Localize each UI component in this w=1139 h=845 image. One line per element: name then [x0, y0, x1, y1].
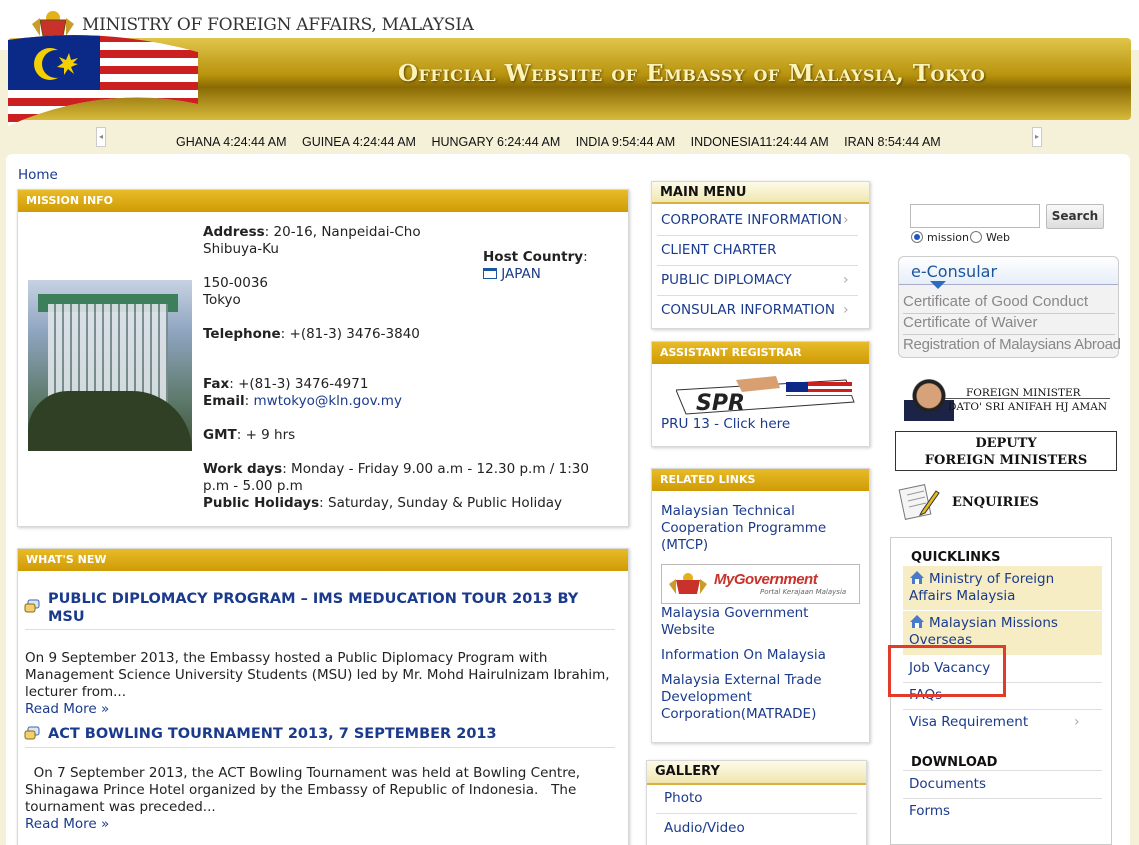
host-country-link[interactable]: JAPAN — [501, 266, 541, 282]
menu-item-client-charter[interactable]: CLIENT CHARTER — [661, 242, 776, 258]
news-bullet-icon — [24, 599, 40, 613]
related-link-information-malaysia[interactable]: Information On Malaysia — [661, 647, 826, 663]
chevron-down-icon — [930, 281, 946, 289]
highlight-box — [888, 645, 1006, 697]
gallery-heading: GALLERY — [647, 761, 866, 785]
econsular-title: e-Consular — [911, 262, 998, 281]
download-heading: DOWNLOAD — [911, 755, 998, 770]
window-icon — [483, 268, 497, 279]
gallery-audio-video-link[interactable]: Audio/Video — [664, 820, 745, 836]
ticker-next-button[interactable]: ▸ — [1032, 127, 1042, 147]
search-web-label: Web — [986, 231, 1010, 244]
ticker-item: INDONESIA11:24:44 AM — [690, 135, 829, 149]
read-more-link[interactable]: Read More » — [25, 816, 109, 832]
spr-logo-icon[interactable]: SPR — [676, 376, 856, 416]
news-excerpt: On 7 September 2013, the ACT Bowling Tou… — [25, 765, 585, 815]
econsular-registration-link[interactable]: Registration of Malaysians Abroad — [903, 336, 1121, 353]
divider — [657, 235, 858, 236]
ticker-item: HUNGARY 6:24:44 AM — [431, 135, 561, 149]
divider — [25, 629, 615, 630]
foreign-minister-label[interactable]: FOREIGN MINISTER — [966, 387, 1081, 399]
foreign-minister-name[interactable]: DATO' SRI ANIFAH HJ AMAN — [948, 401, 1107, 413]
search-button[interactable]: Search — [1046, 204, 1104, 229]
spr-logo-text: SPR — [696, 391, 745, 416]
main-menu-heading: MAIN MENU — [652, 182, 869, 204]
breadcrumb-home[interactable]: Home — [18, 167, 58, 183]
menu-item-public-diplomacy[interactable]: PUBLIC DIPLOMACY — [661, 272, 792, 288]
econsular-good-conduct-link[interactable]: Certificate of Good Conduct — [903, 293, 1088, 310]
divider — [903, 798, 1102, 799]
host-country: Host Country: JAPAN — [483, 249, 588, 282]
ticker-item: GHANA 4:24:44 AM — [176, 135, 287, 149]
assistant-registrar-heading: ASSISTANT REGISTRAR — [652, 342, 869, 364]
chevron-right-icon: › — [843, 212, 849, 228]
read-more-link[interactable]: Read More » — [25, 701, 109, 717]
divider — [657, 295, 858, 296]
download-forms-link[interactable]: Forms — [909, 803, 950, 820]
world-clock-ticker: ◂ ▸ GHANA 4:24:44 AM GUINEA 4:24:44 AM H… — [96, 127, 1042, 149]
mygovernment-text: MyGovernment — [714, 571, 818, 588]
news-excerpt: On 9 September 2013, the Embassy hosted … — [25, 650, 610, 700]
search-mission-radio[interactable] — [911, 231, 923, 243]
news-title-link[interactable]: ACT BOWLING TOURNAMENT 2013, 7 SEPTEMBER… — [48, 725, 608, 743]
enquiries-pencil-icon — [898, 484, 940, 520]
gallery-photo-link[interactable]: Photo — [664, 790, 703, 806]
search-web-radio[interactable] — [970, 231, 982, 243]
search-input[interactable] — [910, 204, 1040, 228]
ticker-items: GHANA 4:24:44 AM GUINEA 4:24:44 AM HUNGA… — [176, 135, 941, 149]
banner-title: Official Website of Embassy of Malaysia,… — [398, 60, 986, 87]
mission-info-heading: MISSION INFO — [18, 190, 628, 212]
divider — [25, 747, 615, 748]
related-link-mtcp[interactable]: Malaysian Technical Cooperation Programm… — [661, 503, 856, 554]
menu-item-consular-information[interactable]: CONSULAR INFORMATION — [661, 302, 835, 318]
ministry-title: MINISTRY OF FOREIGN AFFAIRS, MALAYSIA — [82, 15, 474, 35]
pru13-link[interactable]: PRU 13 - Click here — [661, 416, 790, 432]
quicklink-mofa[interactable]: Ministry of Foreign Affairs Malaysia — [909, 571, 1099, 605]
chevron-right-icon: › — [843, 272, 849, 288]
quicklink-visa-requirement[interactable]: Visa Requirement — [909, 714, 1028, 731]
enquiries-link[interactable]: ENQUIRIES — [952, 495, 1039, 510]
chevron-right-icon: › — [843, 302, 849, 318]
menu-item-corporate-information[interactable]: CORPORATE INFORMATION — [661, 212, 842, 228]
ticker-item: GUINEA 4:24:44 AM — [301, 135, 416, 149]
econsular-waiver-link[interactable]: Certificate of Waiver — [903, 314, 1037, 331]
divider — [656, 813, 857, 814]
search-mission-label: mission — [927, 231, 969, 244]
news-bullet-icon — [24, 726, 40, 740]
mygovernment-banner[interactable]: MyGovernment Portal Kerajaan Malaysia — [661, 564, 860, 604]
related-link-malaysia-government[interactable]: Malaysia Government Website — [661, 605, 856, 639]
divider — [657, 265, 858, 266]
quicklinks-heading: QUICKLINKS — [911, 550, 1001, 565]
whats-new-heading: WHAT'S NEW — [18, 549, 628, 571]
foreign-minister-photo[interactable] — [904, 379, 954, 421]
malaysia-flag-icon — [8, 35, 198, 126]
ticker-item: INDIA 9:54:44 AM — [575, 135, 676, 149]
chevron-right-icon: › — [1074, 714, 1080, 730]
related-links-heading: RELATED LINKS — [652, 469, 869, 491]
divider — [903, 770, 1102, 771]
download-documents-link[interactable]: Documents — [909, 776, 986, 793]
news-title-link[interactable]: PUBLIC DIPLOMACY PROGRAM – IMS MEDUCATIO… — [48, 590, 608, 626]
divider — [903, 334, 1115, 335]
embassy-building-photo — [28, 280, 192, 451]
ticker-prev-button[interactable]: ◂ — [96, 127, 106, 147]
email-link[interactable]: mwtokyo@kln.gov.my — [254, 393, 402, 409]
mygovernment-subtext: Portal Kerajaan Malaysia — [760, 588, 847, 596]
deputy-ministers-link[interactable]: DEPUTY FOREIGN MINISTERS — [895, 431, 1117, 471]
ticker-item: IRAN 8:54:44 AM — [844, 135, 941, 149]
divider — [903, 709, 1102, 710]
related-link-matrade[interactable]: Malaysia External Trade Development Corp… — [661, 672, 856, 723]
coat-of-arms-icon — [669, 573, 707, 594]
quicklink-missions-overseas[interactable]: Malaysian Missions Overseas — [909, 615, 1099, 649]
